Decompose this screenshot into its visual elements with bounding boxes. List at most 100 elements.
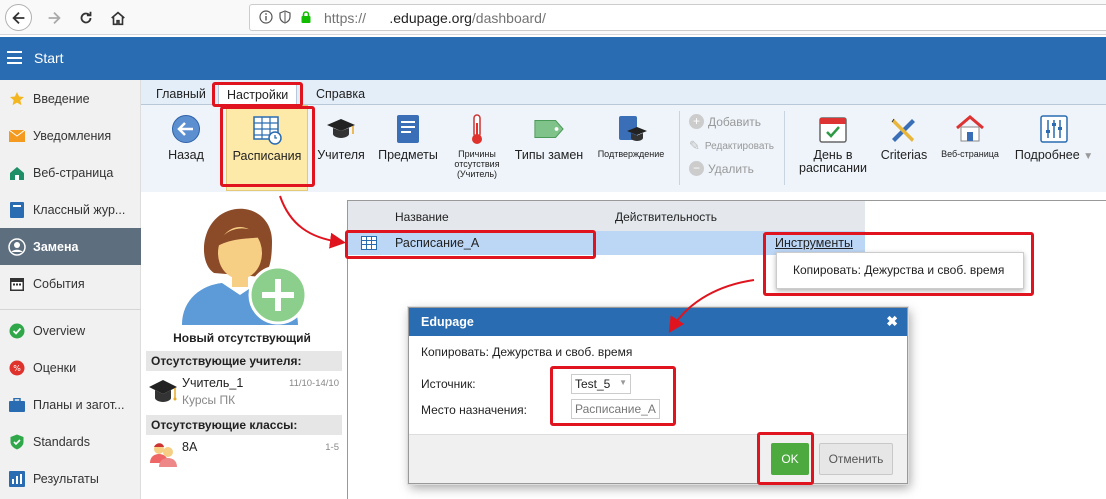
teacher-name: Учитель_1 (182, 376, 244, 390)
sidebar-item-grades[interactable]: % Оценки (0, 349, 141, 386)
teachers-button[interactable]: Учителя (313, 105, 369, 191)
url-bar[interactable]: https:// .edupage.org/dashboard/ (249, 4, 1106, 31)
lock-icon (301, 11, 311, 23)
reload-icon[interactable] (72, 4, 99, 31)
sidebar-item-label: Standards (33, 434, 90, 449)
subjects-label: Предметы (378, 148, 438, 162)
thermometer-icon (461, 113, 493, 145)
absence-reasons-line3: (Учитель) (456, 169, 498, 179)
destination-label: Место назначения: (421, 403, 527, 417)
new-absent-label[interactable]: Новый отсутствующий (142, 331, 342, 345)
sidebar-item-label: Планы и загот... (33, 397, 125, 412)
shield-icon[interactable] (278, 10, 292, 24)
edit-label: Редактировать (704, 140, 774, 152)
column-name[interactable]: Название (395, 210, 449, 224)
grade-icon: % (8, 359, 26, 377)
user-circle-icon (8, 237, 26, 256)
book-icon (8, 201, 26, 219)
sidebar-item-standards[interactable]: Standards (0, 423, 141, 460)
absence-reasons-label: Причины отсутствия (Учитель) (454, 149, 499, 179)
sidebar-item-webpage[interactable]: Веб-страница (0, 154, 141, 191)
sidebar-item-events[interactable]: События (0, 265, 141, 302)
confirmation-label: Подтверждение (597, 149, 665, 159)
teacher-cap-icon (149, 380, 177, 402)
url-text: https:// .edupage.org/dashboard/ (324, 10, 546, 26)
info-icon[interactable] (259, 10, 273, 24)
annotation-highlight-ok (757, 432, 814, 485)
sidebar-item-overview[interactable]: Overview (0, 312, 141, 349)
menu-icon[interactable] (7, 51, 22, 64)
webpage-button[interactable]: Веб-страница (937, 105, 1003, 191)
ruler-pencil-icon (888, 113, 920, 145)
url-path: /dashboard/ (471, 10, 546, 26)
url-domain: .edupage.org (389, 10, 472, 26)
absent-class-row[interactable]: 8А 1-5 (146, 437, 342, 481)
annotation-highlight-timetables (220, 106, 315, 187)
sidebar-item-results[interactable]: Результаты (0, 460, 141, 497)
calendar-icon (8, 275, 26, 293)
absence-reasons-button[interactable]: Причины отсутствия (Учитель) (445, 105, 509, 191)
sidebar-item-plans[interactable]: Планы и загот... (0, 386, 141, 423)
teachers-label: Учителя (317, 148, 365, 162)
back-label: Назад (168, 148, 204, 162)
home-icon[interactable] (104, 4, 131, 31)
grid-header: Название Действительность (348, 201, 865, 231)
day-in-timetable-button[interactable]: День в расписании (795, 105, 871, 191)
cancel-button[interactable]: Отменить (819, 443, 893, 475)
absence-panel: Новый отсутствующий Отсутствующие учител… (142, 193, 342, 499)
book-cap-icon (615, 113, 647, 145)
check-circle-icon (8, 322, 26, 340)
sliders-icon (1038, 113, 1070, 145)
briefcase-icon (8, 396, 26, 414)
tab-help[interactable]: Справка (308, 84, 373, 105)
day-in-timetable-line1: День в (813, 148, 853, 162)
more-text: Подробнее (1014, 148, 1080, 162)
sidebar-item-classbook[interactable]: Классный жур... (0, 191, 141, 228)
criterias-label: Criterias (880, 148, 928, 162)
criterias-button[interactable]: Criterias (875, 105, 933, 191)
dialog-title: Edupage (421, 315, 474, 329)
back-arrow-icon[interactable] (5, 4, 32, 31)
dialog-description: Копировать: Дежурства и своб. время (421, 345, 633, 359)
teacher-dates: 11/10-14/10 (288, 378, 339, 389)
new-absent-avatar-icon[interactable] (178, 203, 310, 325)
add-button[interactable]: + Добавить (689, 114, 761, 129)
close-icon[interactable]: ✖ (886, 313, 898, 330)
edit-button[interactable]: ✎ Редактировать (689, 138, 774, 154)
sidebar-item-substitution[interactable]: Замена (0, 228, 141, 265)
back-button[interactable]: Назад (157, 105, 215, 191)
notebook-icon (392, 113, 424, 145)
app-header: Start (0, 37, 1106, 80)
annotation-highlight-context-menu (763, 232, 1034, 296)
delete-button[interactable]: − Удалить (689, 161, 754, 176)
dropdown-arrow-icon: ▼ (1083, 151, 1094, 162)
day-in-timetable-line2: расписании (799, 161, 867, 175)
absent-teacher-row[interactable]: Учитель_1 Курсы ПК 11/10-14/10 (146, 373, 342, 417)
column-validity[interactable]: Действительность (615, 210, 717, 224)
add-label: Добавить (708, 114, 762, 129)
substitution-types-button[interactable]: Типы замен (511, 105, 587, 191)
tab-main[interactable]: Главный (148, 84, 214, 105)
ribbon-separator (679, 111, 680, 185)
confirmation-button[interactable]: Подтверждение (593, 105, 669, 191)
sidebar-item-intro[interactable]: Введение (0, 80, 141, 117)
graduation-cap-icon (325, 113, 357, 145)
sidebar-item-label: Уведомления (33, 128, 112, 143)
sidebar-divider (0, 309, 141, 310)
subjects-button[interactable]: Предметы (375, 105, 441, 191)
teacher-reason: Курсы ПК (182, 393, 236, 407)
absence-reasons-line2: отсутствия (454, 159, 500, 169)
star-icon (8, 90, 26, 108)
forward-arrow-icon[interactable] (40, 4, 67, 31)
ribbon-separator (784, 111, 785, 185)
shield-check-icon (8, 433, 26, 451)
webpage-label: Веб-страница (941, 149, 999, 159)
class-name: 8А (182, 440, 198, 454)
pencil-icon: ✎ (689, 138, 700, 153)
absent-teachers-heading: Отсутствующие учителя: (146, 351, 342, 371)
sidebar-item-label: Замена (33, 239, 79, 254)
sidebar-item-notifications[interactable]: Уведомления (0, 117, 141, 154)
more-button[interactable]: Подробнее ▼ (1011, 105, 1097, 191)
calendar-check-icon (817, 113, 849, 145)
class-group-icon (150, 443, 177, 467)
